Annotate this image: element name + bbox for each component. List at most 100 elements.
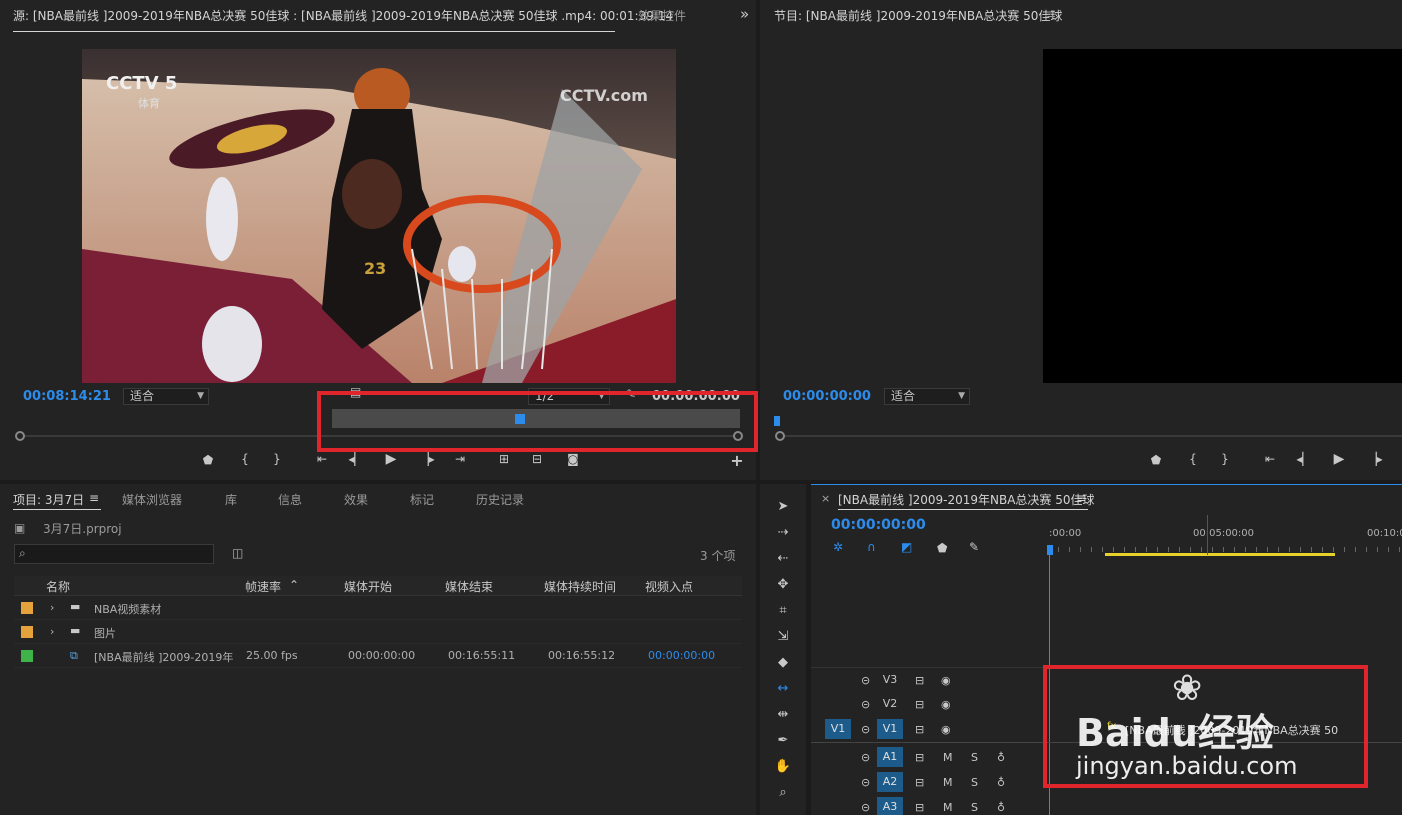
project-menu-icon[interactable]: ≡ [89, 491, 99, 505]
sync-lock-icon[interactable]: ⊟ [915, 696, 924, 714]
program-timeline-track[interactable] [780, 435, 1402, 437]
linked-selection-icon[interactable]: ◩ [901, 540, 912, 554]
expand-chevron-icon[interactable]: › [50, 601, 54, 614]
mark-out-icon[interactable]: } [1216, 452, 1234, 466]
program-timecode[interactable]: 00:00:00:00 [783, 389, 871, 404]
track-a3[interactable]: ⊝ A3 ⊟ M S ♁ [811, 795, 1047, 815]
step-forward-icon[interactable]: ▕▸ [418, 452, 436, 466]
rate-stretch-icon[interactable]: ⇲ [774, 628, 792, 646]
program-playhead[interactable] [774, 416, 780, 426]
timeline-playhead-marker[interactable] [1047, 545, 1053, 555]
snap-magnet-icon[interactable]: ∩ [867, 540, 876, 554]
track-name-v1[interactable]: V1 [877, 719, 903, 739]
expand-chevron-icon[interactable]: › [50, 625, 54, 638]
column-media-end[interactable]: 媒体结束 [445, 578, 493, 596]
column-name[interactable]: 名称 [46, 578, 70, 596]
mark-out-icon[interactable]: } [268, 452, 286, 466]
program-fit-select[interactable]: 适合 ▼ [884, 388, 970, 405]
lock-icon[interactable]: ⊝ [861, 672, 870, 690]
eye-icon[interactable]: ◉ [941, 696, 951, 714]
tab-program[interactable]: 节目: [NBA最前线 ]2009-2019年NBA总决赛 50佳球 [774, 7, 1062, 24]
column-media-start[interactable]: 媒体开始 [344, 578, 392, 596]
tab-media-browser[interactable]: 媒体浏览器 [122, 491, 182, 508]
go-to-out-icon[interactable]: ⇥ [451, 452, 469, 466]
table-row[interactable]: ⧉ [NBA最前线 ]2009-2019年 25.00 fps 00:00:00… [14, 644, 742, 668]
solo-button[interactable]: S [971, 749, 978, 767]
source-range-start-knob[interactable] [15, 431, 25, 441]
track-name-a1[interactable]: A1 [877, 747, 903, 767]
sync-lock-icon[interactable]: ⊟ [915, 721, 924, 739]
nest-sequence-icon[interactable]: ✲ [833, 540, 843, 554]
overwrite-icon[interactable]: ⊟ [528, 452, 546, 466]
sync-lock-icon[interactable]: ⊟ [915, 749, 924, 767]
add-marker-icon[interactable]: ⬟ [199, 453, 217, 467]
new-bin-icon[interactable]: ◫ [232, 546, 243, 560]
lock-icon[interactable]: ⊝ [861, 774, 870, 792]
slip-tool-icon[interactable]: ↔ [774, 680, 792, 698]
column-video-in[interactable]: 视频入点 [645, 578, 693, 596]
tab-project[interactable]: 项目: 3月7日 [13, 491, 84, 508]
source-timecode-in[interactable]: 00:08:14:21 [23, 389, 111, 404]
pen-tool-icon[interactable]: ✒ [774, 732, 792, 750]
microphone-icon[interactable]: ♁ [997, 749, 1005, 767]
step-back-icon[interactable]: ◂▏ [347, 452, 365, 466]
column-frame-rate[interactable]: 帧速率 [245, 578, 281, 596]
sync-lock-icon[interactable]: ⊟ [915, 774, 924, 792]
track-name-v3[interactable]: V3 [877, 670, 903, 690]
timeline-menu-icon[interactable]: ≡ [1076, 491, 1086, 505]
export-frame-camera-icon[interactable]: ◙ [564, 452, 582, 466]
add-button-icon[interactable]: + [728, 451, 746, 470]
track-v1[interactable]: V1 ⊝ V1 ⊟ ◉ [811, 717, 1047, 741]
tab-sequence[interactable]: [NBA最前线 ]2009-2019年NBA总决赛 50佳球 [838, 491, 1095, 508]
go-to-in-icon[interactable]: ⇤ [1261, 452, 1279, 466]
mute-button[interactable]: M [943, 799, 953, 815]
insert-icon[interactable]: ⊞ [495, 452, 513, 466]
track-select-forward-icon[interactable]: ⇢ [774, 524, 792, 542]
selection-tool-icon[interactable]: ➤ [774, 498, 792, 516]
eye-icon[interactable]: ◉ [941, 721, 951, 739]
mark-in-icon[interactable]: { [1184, 452, 1202, 466]
track-a1[interactable]: ⊝ A1 ⊟ M S ♁ [811, 745, 1047, 769]
play-icon[interactable]: ▶ [1330, 451, 1348, 467]
tab-effect-controls[interactable]: 效果控件 [638, 7, 686, 24]
rolling-edit-icon[interactable]: ⌗ [774, 602, 792, 620]
play-icon[interactable]: ▶ [382, 451, 400, 467]
tab-source[interactable]: 源: [NBA最前线 ]2009-2019年NBA总决赛 50佳球 : [NBA… [13, 7, 673, 24]
work-area-bar[interactable] [1105, 553, 1335, 556]
sync-lock-icon[interactable]: ⊟ [915, 672, 924, 690]
add-marker-icon[interactable]: ⬟ [937, 541, 947, 555]
mark-in-icon[interactable]: { [236, 452, 254, 466]
time-ruler[interactable]: :00:00 00:05:00:00 00:10:0 [1047, 525, 1402, 556]
sort-ascending-icon[interactable]: ⌃ [289, 578, 299, 596]
table-row[interactable]: › ▬ 图片 [14, 620, 742, 644]
table-row[interactable]: › ▬ NBA视频素材 [14, 596, 742, 620]
hand-tool-icon[interactable]: ✋ [774, 758, 792, 776]
microphone-icon[interactable]: ♁ [997, 799, 1005, 815]
zoom-tool-icon[interactable]: ⌕ [774, 784, 792, 802]
tab-effects[interactable]: 效果 [344, 491, 368, 508]
track-name-a3[interactable]: A3 [877, 797, 903, 815]
label-color-swatch[interactable] [21, 626, 33, 638]
project-search-field[interactable]: ⌕ [14, 544, 214, 564]
track-a2[interactable]: ⊝ A2 ⊟ M S ♁ [811, 770, 1047, 794]
tab-history[interactable]: 历史记录 [476, 491, 524, 508]
slide-tool-icon[interactable]: ⇹ [774, 706, 792, 724]
solo-button[interactable]: S [971, 774, 978, 792]
track-name-v2[interactable]: V2 [877, 694, 903, 714]
tab-markers[interactable]: 标记 [410, 491, 434, 508]
search-input[interactable] [35, 546, 207, 562]
lock-icon[interactable]: ⊝ [861, 749, 870, 767]
razor-icon[interactable]: ◆ [774, 654, 792, 672]
go-to-in-icon[interactable]: ⇤ [313, 452, 331, 466]
track-select-backward-icon[interactable]: ⇠ [774, 550, 792, 568]
label-color-swatch[interactable] [21, 650, 33, 662]
track-v3[interactable]: ⊝ V3 ⊟ ◉ [811, 667, 1047, 691]
timeline-timecode[interactable]: 00:00:00:00 [831, 517, 926, 533]
label-color-swatch[interactable] [21, 602, 33, 614]
eye-icon[interactable]: ◉ [941, 672, 951, 690]
lock-icon[interactable]: ⊝ [861, 721, 870, 739]
tab-libraries[interactable]: 库 [225, 491, 237, 508]
mute-button[interactable]: M [943, 774, 953, 792]
panel-overflow-icon[interactable]: » [740, 5, 749, 23]
track-v2[interactable]: ⊝ V2 ⊟ ◉ [811, 692, 1047, 716]
